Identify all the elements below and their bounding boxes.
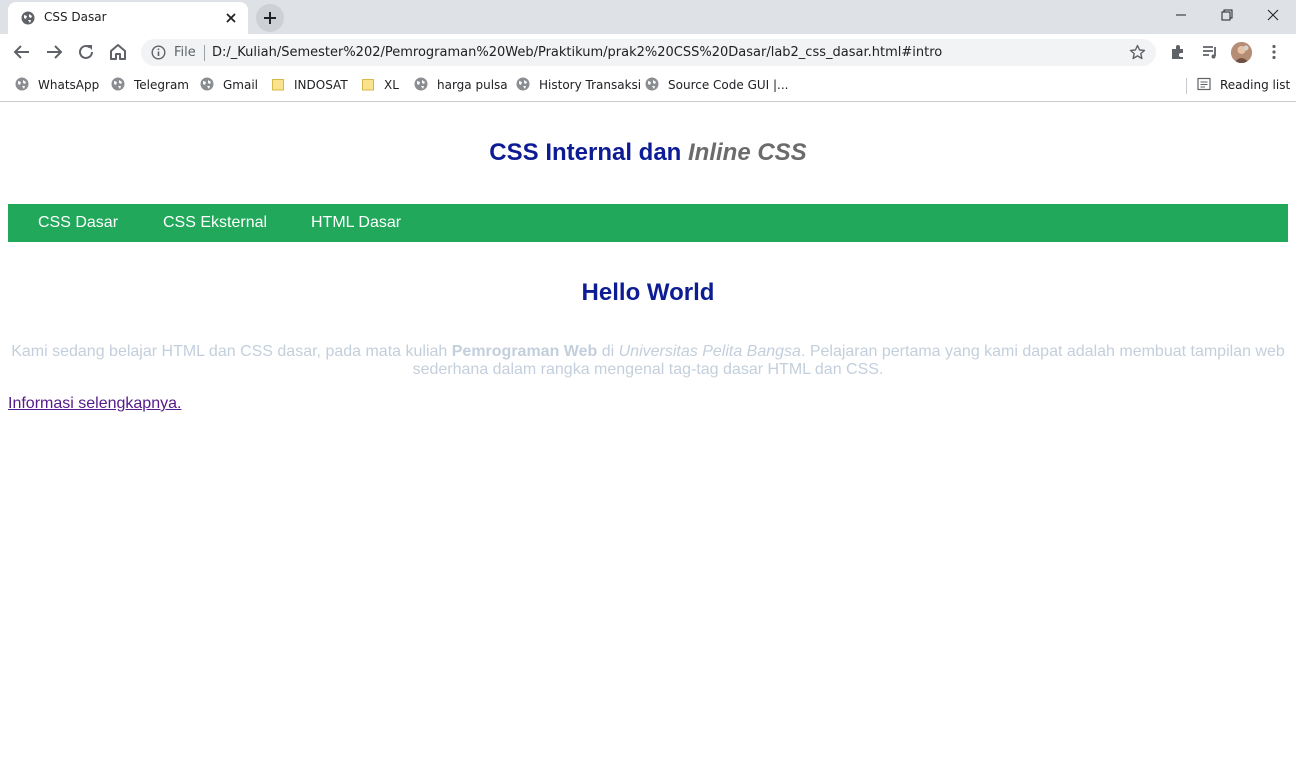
intro-university-name: Universitas Pelita Bangsa (618, 343, 801, 360)
nav-link-html-dasar[interactable]: HTML Dasar (311, 214, 401, 232)
info-icon[interactable] (151, 45, 166, 60)
globe-icon (200, 77, 214, 91)
new-tab-button[interactable] (256, 4, 284, 32)
bookmark-label: Source Code GUI |... (668, 78, 789, 92)
nav-link-css-dasar[interactable]: CSS Dasar (38, 214, 118, 232)
avatar[interactable] (1231, 42, 1252, 63)
folder-icon (362, 79, 374, 91)
bookmark-label: harga pulsa (437, 78, 508, 92)
globe-icon (111, 77, 125, 91)
reading-list-label: Reading list (1220, 78, 1291, 92)
profile-picture-icon (1231, 42, 1252, 63)
page-title-text: CSS Internal dan (489, 139, 688, 166)
more-menu-icon[interactable] (1265, 43, 1283, 61)
address-bar[interactable]: File D:/_Kuliah/Semester%202/Pemrograman… (141, 39, 1156, 66)
bookmark-gmail[interactable]: Gmail (200, 77, 258, 95)
bookmark-telegram[interactable]: Telegram (111, 77, 189, 95)
intro-text: di (597, 343, 619, 360)
bookmark-label: Telegram (134, 78, 189, 92)
close-icon[interactable] (224, 11, 238, 25)
bookmark-label: XL (384, 78, 399, 92)
main-nav: CSS Dasar CSS Eksternal HTML Dasar (8, 204, 1288, 242)
bookmark-folder-xl[interactable]: XL (361, 77, 399, 95)
star-icon[interactable] (1129, 44, 1146, 61)
media-queue-icon[interactable] (1201, 43, 1219, 61)
page-title: CSS Internal dan Inline CSS (0, 139, 1296, 167)
bookmark-source-code-gui[interactable]: Source Code GUI |... (645, 77, 789, 95)
intro-course-name: Pemrograman Web (451, 343, 598, 360)
globe-icon (414, 77, 428, 91)
browser-toolbar: File D:/_Kuliah/Semester%202/Pemrograman… (0, 34, 1296, 70)
bookmark-history-transaksi[interactable]: History Transaksi (516, 77, 641, 95)
divider (204, 45, 205, 61)
scheme-label: File (174, 45, 196, 60)
back-arrow-icon[interactable] (11, 41, 33, 63)
restore-icon (1221, 9, 1233, 21)
globe-icon (21, 11, 35, 25)
bookmark-label: INDOSAT (294, 78, 348, 92)
intro-paragraph: Kami sedang belajar HTML dan CSS dasar, … (8, 343, 1288, 379)
browser-tab[interactable]: CSS Dasar (8, 2, 248, 34)
plus-icon (264, 12, 276, 24)
close-icon (1267, 9, 1279, 21)
intro-text: Kami sedang belajar HTML dan CSS dasar, … (11, 343, 452, 360)
url-text[interactable]: D:/_Kuliah/Semester%202/Pemrograman%20We… (212, 45, 942, 60)
tab-title: CSS Dasar (44, 10, 107, 24)
minimize-button[interactable] (1158, 0, 1204, 30)
folder-icon (272, 79, 284, 91)
home-icon[interactable] (107, 41, 129, 63)
reading-list-icon (1197, 77, 1211, 91)
globe-icon (516, 77, 530, 91)
divider (1186, 78, 1187, 94)
bookmark-whatsapp[interactable]: WhatsApp (15, 77, 99, 95)
globe-icon (15, 77, 29, 91)
tab-strip: CSS Dasar (0, 0, 1296, 34)
bookmark-folder-indosat[interactable]: INDOSAT (271, 77, 348, 95)
restore-button[interactable] (1204, 0, 1250, 30)
bookmark-label: WhatsApp (38, 78, 100, 92)
reload-icon[interactable] (75, 41, 97, 63)
more-info-link[interactable]: Informasi selengkapnya. (8, 395, 181, 413)
bookmark-harga-pulsa[interactable]: harga pulsa (414, 77, 508, 95)
globe-icon (645, 77, 659, 91)
forward-arrow-icon[interactable] (43, 41, 65, 63)
reading-list-button[interactable]: Reading list (1197, 77, 1290, 95)
page-title-emphasis: Inline CSS (688, 139, 807, 166)
extensions-icon[interactable] (1169, 43, 1187, 61)
bookmarks-bar: WhatsApp Telegram Gmail INDOSAT XL harga… (0, 70, 1296, 102)
bookmark-label: Gmail (223, 78, 259, 92)
page-content: CSS Internal dan Inline CSS CSS Dasar CS… (0, 103, 1296, 768)
minimize-icon (1176, 14, 1186, 16)
close-window-button[interactable] (1250, 0, 1296, 30)
section-heading: Hello World (581, 279, 715, 306)
bookmark-label: History Transaksi (539, 78, 642, 92)
nav-link-css-eksternal[interactable]: CSS Eksternal (163, 214, 267, 232)
